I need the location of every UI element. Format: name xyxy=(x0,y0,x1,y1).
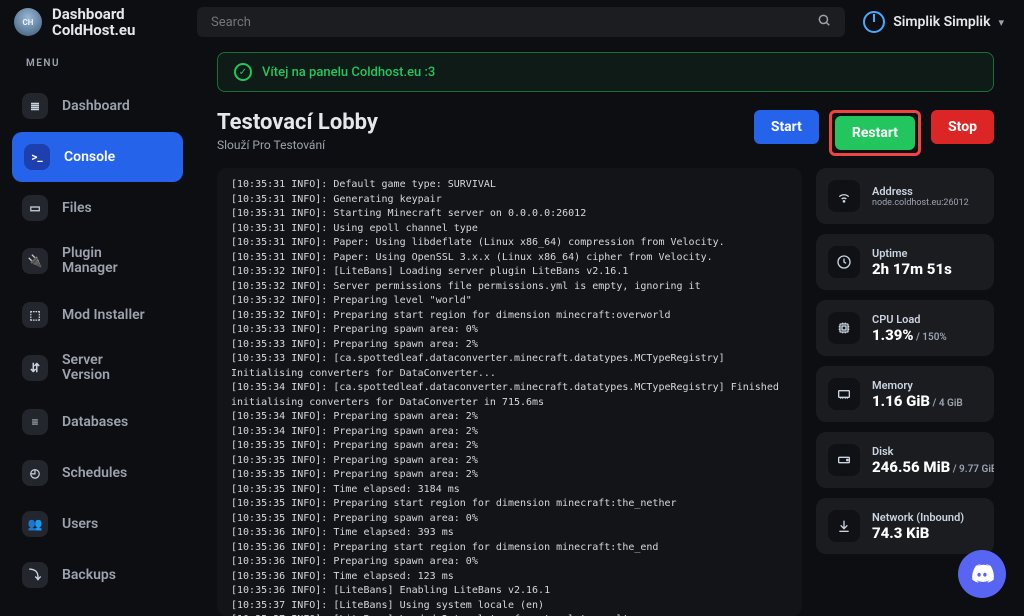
user-menu[interactable]: Simplik Simplik ▾ xyxy=(863,11,1004,33)
clock-icon xyxy=(828,246,860,278)
discord-button[interactable] xyxy=(958,550,1006,598)
stat-value: 246.56 MiB / 9.77 GiB xyxy=(872,458,982,476)
start-button[interactable]: Start xyxy=(754,110,819,144)
server-version-icon: ⇵ xyxy=(22,355,48,381)
check-circle-icon: ✓ xyxy=(234,63,252,81)
sidebar-item-backups[interactable]: ⤵ Backups xyxy=(0,550,185,600)
mod-installer-icon: ⬚ xyxy=(22,302,48,328)
stat-cpu: CPU Load 1.39% / 150% xyxy=(816,300,994,356)
stat-value: 1.39% / 150% xyxy=(872,326,947,344)
sidebar-item-label: Dashboard xyxy=(62,98,130,114)
stat-value: 74.3 KiB xyxy=(872,524,964,542)
brand-title-bottom: ColdHost.eu xyxy=(52,22,135,39)
memory-icon xyxy=(828,378,860,410)
stat-value: 1.16 GiB / 4 GiB xyxy=(872,392,963,410)
stat-disk: Disk 246.56 MiB / 9.77 GiB xyxy=(816,432,994,488)
sidebar: MENU ≣ Dashboard >_ Console ▭ Files 🔌 PluginMan… xyxy=(0,44,195,616)
sidebar-item-console[interactable]: >_ Console xyxy=(12,132,183,182)
sidebar-item-label: PluginManager xyxy=(62,246,118,277)
search-input[interactable] xyxy=(211,15,817,30)
stat-label: CPU Load xyxy=(872,313,947,326)
power-icon xyxy=(863,11,885,33)
user-name: Simplik Simplik xyxy=(893,14,990,30)
search-bar[interactable] xyxy=(197,7,845,37)
stat-network-inbound: Network (Inbound) 74.3 KiB xyxy=(816,498,994,554)
sidebar-item-server-version[interactable]: ⇵ ServerVersion xyxy=(0,341,185,396)
cpu-icon xyxy=(828,312,860,344)
welcome-alert: ✓ Vítej na panelu Coldhost.eu :3 xyxy=(217,52,994,92)
sidebar-item-mod-installer[interactable]: ⬚ Mod Installer xyxy=(0,290,185,340)
sidebar-item-label: Files xyxy=(62,200,92,216)
sidebar-item-databases[interactable]: ≡ Databases xyxy=(0,397,185,447)
stat-label: Uptime xyxy=(872,247,952,260)
sidebar-item-label: ServerVersion xyxy=(62,353,110,384)
backups-icon: ⤵ xyxy=(22,562,48,588)
sidebar-item-label: Mod Installer xyxy=(62,307,145,323)
wifi-icon xyxy=(828,180,860,212)
sidebar-item-label: Console xyxy=(64,149,115,165)
chevron-down-icon: ▾ xyxy=(998,16,1004,29)
stop-button[interactable]: Stop xyxy=(931,110,994,144)
stat-label: Disk xyxy=(872,445,982,458)
sidebar-item-label: Databases xyxy=(62,414,128,430)
stat-label: Memory xyxy=(872,379,963,392)
page-subtitle: Slouží Pro Testování xyxy=(217,138,378,152)
dashboard-icon: ≣ xyxy=(22,93,48,119)
sidebar-item-schedules[interactable]: ◴ Schedules xyxy=(0,448,185,498)
stat-label: Address xyxy=(872,185,969,198)
sidebar-item-files[interactable]: ▭ Files xyxy=(0,183,185,233)
page-title: Testovací Lobby xyxy=(217,110,378,135)
alert-text: Vítej na panelu Coldhost.eu :3 xyxy=(262,65,435,80)
stat-memory: Memory 1.16 GiB / 4 GiB xyxy=(816,366,994,422)
plugin-manager-icon: 🔌 xyxy=(22,248,48,274)
stat-uptime: Uptime 2h 17m 51s xyxy=(816,234,994,290)
search-icon xyxy=(817,13,831,31)
sidebar-item-label: Users xyxy=(62,516,98,532)
sidebar-item-label: Backups xyxy=(62,567,116,583)
stat-address: Address node.coldhost.eu:26012 xyxy=(816,168,994,224)
download-icon xyxy=(828,510,860,542)
restart-highlight: Restart xyxy=(829,110,921,156)
sidebar-item-users[interactable]: 👥 Users xyxy=(0,499,185,549)
stat-value: 2h 17m 51s xyxy=(872,260,952,278)
brand-title-top: Dashboard xyxy=(52,6,135,23)
console-output[interactable]: [10:35:31 INFO]: Default game type: SURV… xyxy=(217,168,802,616)
files-icon: ▭ xyxy=(22,195,48,221)
console-icon: >_ xyxy=(24,144,50,170)
stat-label: Network (Inbound) xyxy=(872,511,964,524)
sidebar-item-dashboard[interactable]: ≣ Dashboard xyxy=(0,81,185,131)
menu-heading: MENU xyxy=(0,58,195,81)
stat-value: node.coldhost.eu:26012 xyxy=(872,198,969,208)
brand: CH Dashboard ColdHost.eu xyxy=(14,6,179,39)
users-icon: 👥 xyxy=(22,511,48,537)
databases-icon: ≡ xyxy=(22,409,48,435)
brand-logo: CH xyxy=(14,8,42,36)
sidebar-item-label: Schedules xyxy=(62,465,127,481)
disk-icon xyxy=(828,444,860,476)
schedules-icon: ◴ xyxy=(22,460,48,486)
restart-button[interactable]: Restart xyxy=(835,116,915,150)
sidebar-item-plugin-manager[interactable]: 🔌 PluginManager xyxy=(0,234,185,289)
